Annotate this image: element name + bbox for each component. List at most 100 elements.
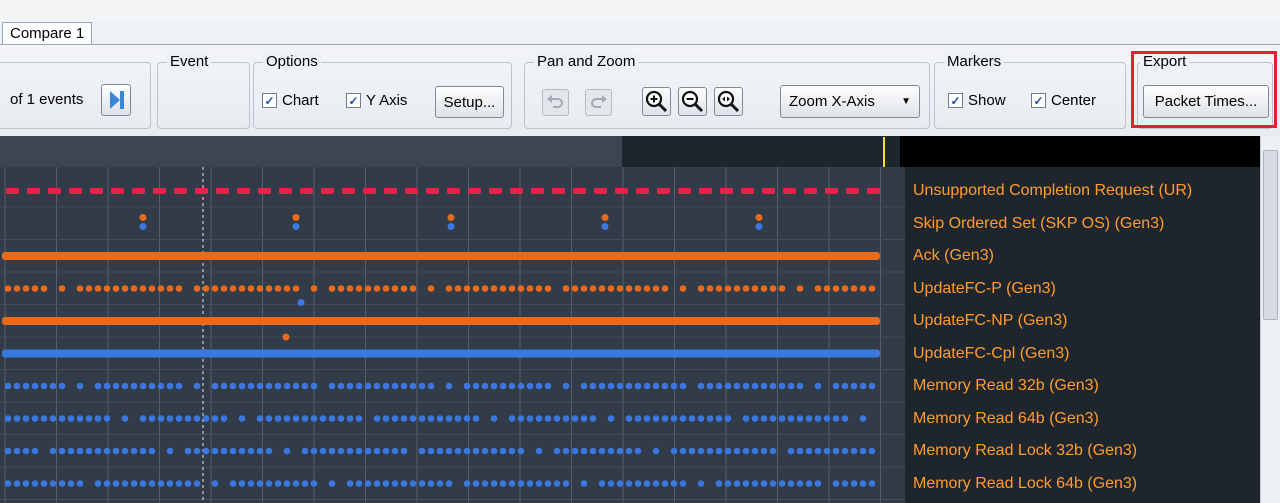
zoom-fit-button[interactable] xyxy=(714,87,743,116)
export-highlight-box xyxy=(1131,51,1277,128)
trace-dot xyxy=(733,447,741,455)
trace-dot xyxy=(355,285,363,292)
trace-dot xyxy=(22,285,30,292)
row-trace xyxy=(139,214,763,230)
zoom-in-button[interactable] xyxy=(642,87,671,116)
trace-dot xyxy=(616,382,624,390)
trace-dot xyxy=(301,382,309,390)
center-markers-checkbox-box[interactable]: ✓ xyxy=(1031,93,1046,108)
trace-dot xyxy=(220,382,228,390)
trace-dot xyxy=(274,480,282,487)
trace-dot xyxy=(31,415,39,422)
trace-dot xyxy=(463,285,471,292)
trace-dot xyxy=(616,447,624,455)
trace-dot xyxy=(625,480,633,487)
trace-dot xyxy=(850,382,858,390)
row-label: Ack (Gen3) xyxy=(913,247,994,264)
trace-dot xyxy=(755,214,763,221)
zoom-axis-value: Zoom X-Axis xyxy=(789,93,875,110)
trace-dot xyxy=(238,382,246,390)
trace-dot xyxy=(391,285,399,292)
trace-dot xyxy=(580,285,588,292)
show-markers-checkbox-box[interactable]: ✓ xyxy=(948,93,963,108)
trace-dash xyxy=(69,188,82,194)
trace-dot xyxy=(40,285,48,292)
y-axis-checkbox[interactable]: ✓ Y Axis xyxy=(346,92,407,109)
trace-dot xyxy=(391,447,399,455)
trace-dot xyxy=(166,415,174,422)
trace-dot xyxy=(40,382,48,390)
trace-dot xyxy=(193,285,201,292)
trace-dash xyxy=(27,188,40,194)
zoom-fit-icon xyxy=(717,90,740,113)
trace-dot xyxy=(301,415,309,422)
trace-dot xyxy=(508,415,516,422)
trace-dot xyxy=(544,285,552,292)
trace-dot xyxy=(499,447,507,455)
trace-dot xyxy=(697,480,705,487)
chart-checkbox[interactable]: ✓ Chart xyxy=(262,92,319,109)
trace-dot xyxy=(382,447,390,455)
trace-dot xyxy=(814,415,822,422)
trace-dot xyxy=(601,223,609,230)
trace-dot xyxy=(193,382,201,390)
zoom-axis-dropdown[interactable]: Zoom X-Axis ▼ xyxy=(780,85,920,118)
trace-dot xyxy=(463,382,471,390)
trace-dot xyxy=(814,285,822,292)
trace-dot xyxy=(283,480,291,487)
trace-dot xyxy=(472,415,480,422)
trace-dot xyxy=(868,382,876,390)
trace-dot xyxy=(805,447,813,455)
zoom-out-button[interactable] xyxy=(678,87,707,116)
trace-dot xyxy=(562,447,570,455)
trace-dot xyxy=(481,285,489,292)
setup-button[interactable]: Setup... xyxy=(435,86,504,118)
next-end-button[interactable] xyxy=(101,84,131,116)
trace-dot xyxy=(112,285,120,292)
trace-dot xyxy=(706,415,714,422)
center-markers-checkbox[interactable]: ✓ Center xyxy=(1031,92,1096,109)
trace-dash xyxy=(594,188,607,194)
trace-dot xyxy=(256,382,264,390)
trace-dot xyxy=(166,382,174,390)
trace-dot xyxy=(337,415,345,422)
trace-dot xyxy=(598,480,606,487)
trace-dot xyxy=(265,382,273,390)
trace-dot xyxy=(778,480,786,487)
chart-checkbox-box[interactable]: ✓ xyxy=(262,93,277,108)
trace-dot xyxy=(4,382,12,390)
trace-dot xyxy=(778,415,786,422)
trace-bar xyxy=(2,252,880,260)
trace-dot xyxy=(337,285,345,292)
y-axis-checkbox-box[interactable]: ✓ xyxy=(346,93,361,108)
trace-dot xyxy=(4,480,12,487)
trace-dash xyxy=(510,188,523,194)
trace-dot xyxy=(535,382,543,390)
zoom-out-icon xyxy=(681,90,704,113)
trace-dot xyxy=(13,480,21,487)
trace-dot xyxy=(841,447,849,455)
trace-dot xyxy=(580,415,588,422)
trace-dot xyxy=(175,415,183,422)
trace-dot xyxy=(706,382,714,390)
trace-dot xyxy=(112,480,120,487)
undo-button[interactable] xyxy=(542,89,569,116)
trace-dot xyxy=(760,285,768,292)
tab-compare-1[interactable]: Compare 1 xyxy=(2,22,93,44)
trace-dot xyxy=(328,285,336,292)
trace-dot xyxy=(553,447,561,455)
plot-canvas[interactable] xyxy=(0,167,905,503)
trace-dot xyxy=(139,223,147,230)
trace-dot xyxy=(454,415,462,422)
trace-dash xyxy=(237,188,250,194)
trace-dot xyxy=(859,382,867,390)
trace-dot xyxy=(4,447,12,455)
trace-dot xyxy=(463,480,471,487)
redo-button[interactable] xyxy=(585,89,612,116)
trace-dash xyxy=(468,188,481,194)
overview-marker[interactable] xyxy=(883,137,885,167)
trace-dot xyxy=(103,382,111,390)
show-markers-checkbox[interactable]: ✓ Show xyxy=(948,92,1006,109)
trace-dot xyxy=(229,382,237,390)
scrollbar-thumb[interactable] xyxy=(1263,150,1278,320)
